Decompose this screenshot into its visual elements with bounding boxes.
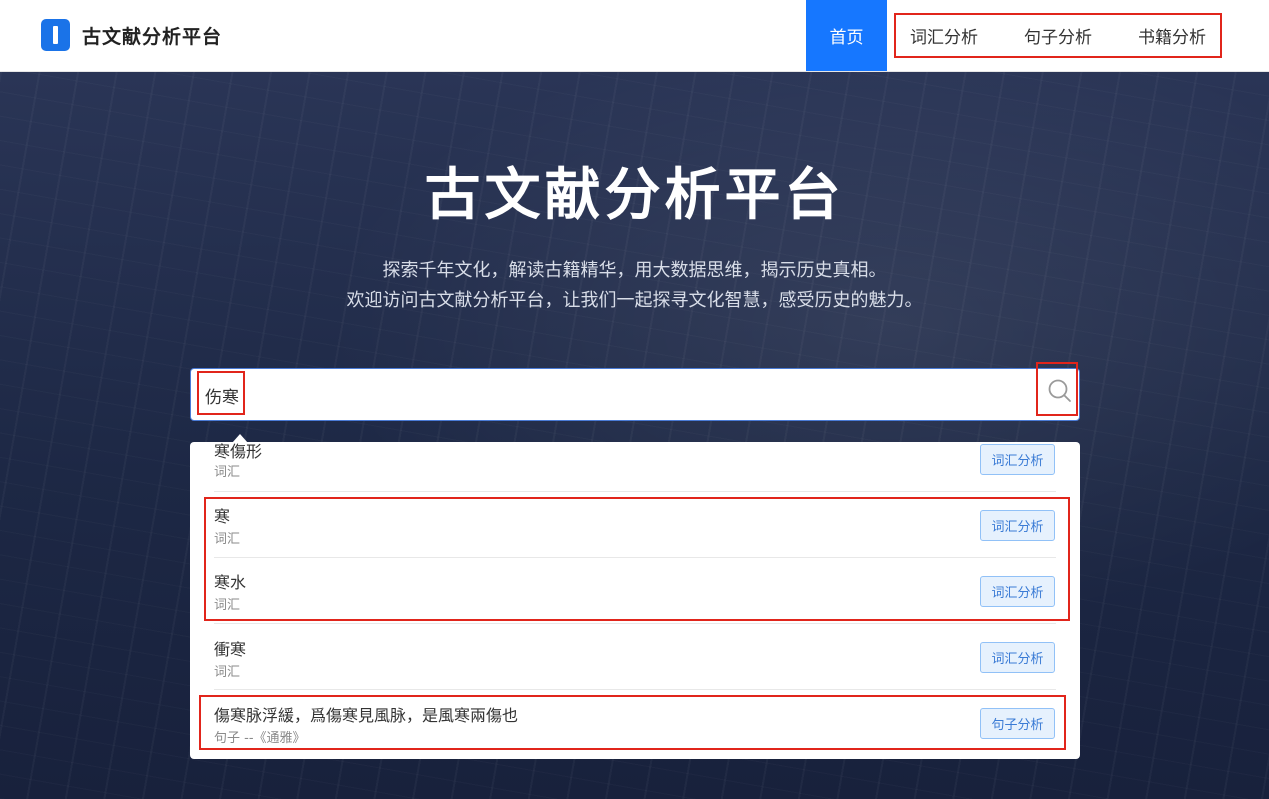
logo-icon [41,19,70,51]
search-results-dropdown: 寒傷形 词汇 词汇分析 寒 词汇 词汇分析 寒水 词汇 词汇分析 衝寒 词汇 词… [190,442,1080,759]
search-icon[interactable] [1047,378,1073,404]
result-title: 傷寒脉浮緩，爲傷寒見風脉，是風寒兩傷也 [214,706,519,725]
search-box [190,368,1080,421]
result-item[interactable]: 寒 词汇 词汇分析 [214,492,1056,558]
nav-book-analysis[interactable]: 书籍分析 [1124,0,1220,71]
vocab-analysis-button[interactable]: 词汇分析 [980,642,1055,673]
hero-subtitle-line1: 探索千年文化，解读古籍精华，用大数据思维，揭示历史真相。 [382,260,887,281]
nav-vocab-analysis[interactable]: 词汇分析 [896,0,992,71]
nav-home[interactable]: 首页 [806,0,887,71]
page-title: 古文献分析平台 [424,162,845,228]
result-title: 衝寒 [214,640,247,659]
result-type: 句子 --《通雅》 [214,731,306,746]
nav-sentence-analysis[interactable]: 句子分析 [1010,0,1106,71]
result-title: 寒水 [214,573,247,592]
logo-text: 古文献分析平台 [82,25,223,48]
vocab-analysis-button[interactable]: 词汇分析 [980,444,1055,475]
result-title: 寒 [214,507,231,526]
result-item[interactable]: 寒傷形 词汇 词汇分析 [214,442,1056,492]
result-item[interactable]: 傷寒脉浮緩，爲傷寒見風脉，是風寒兩傷也 句子 --《通雅》 句子分析 [214,690,1056,756]
result-type: 词汇 [214,598,241,613]
result-type: 词汇 [214,665,241,680]
result-title: 寒傷形 [214,442,263,461]
result-type: 词汇 [214,465,241,480]
vocab-analysis-button[interactable]: 词汇分析 [980,510,1055,541]
top-header: 古文献分析平台 首页 词汇分析 句子分析 书籍分析 [0,0,1269,72]
result-type: 词汇 [214,532,241,547]
sentence-analysis-button[interactable]: 句子分析 [980,708,1055,739]
hero-subtitle-line2: 欢迎访问古文献分析平台，让我们一起探寻文化智慧，感受历史的魅力。 [346,290,923,311]
search-input[interactable] [205,383,1025,407]
vocab-analysis-button[interactable]: 词汇分析 [980,576,1055,607]
site-logo[interactable]: 古文献分析平台 [41,19,222,51]
result-item[interactable]: 寒水 词汇 词汇分析 [214,558,1056,624]
result-item[interactable]: 衝寒 词汇 词汇分析 [214,624,1056,690]
